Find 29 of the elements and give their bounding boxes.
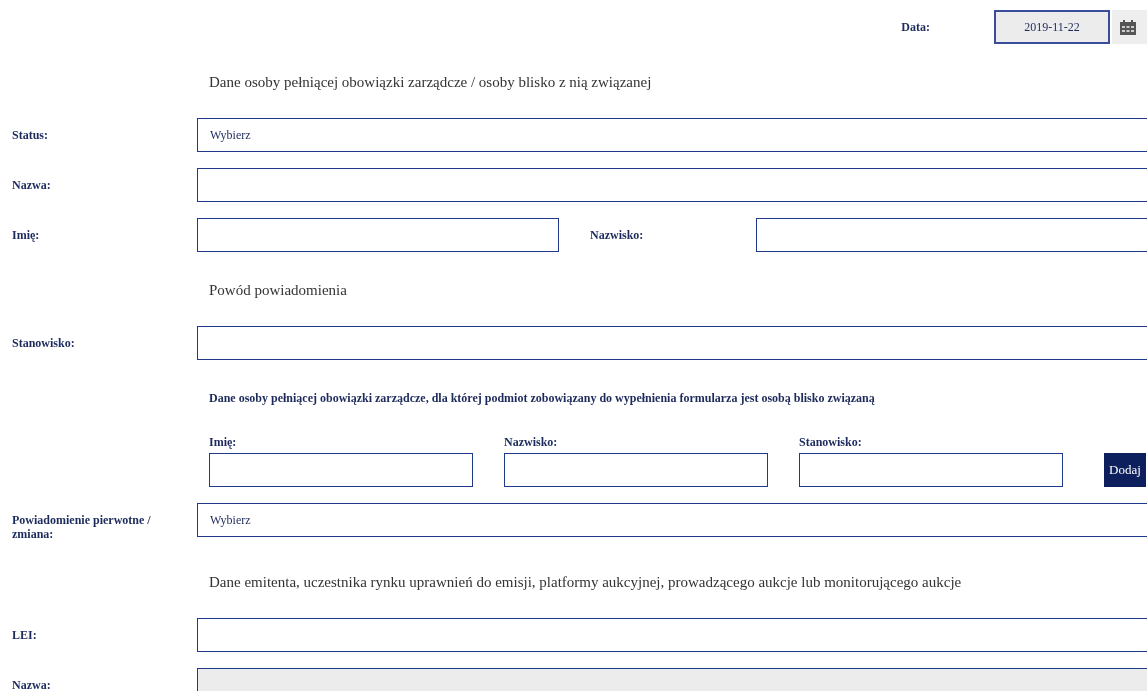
field-label: Nazwisko: bbox=[589, 227, 645, 242]
text-field[interactable] bbox=[197, 326, 1147, 360]
text-field[interactable] bbox=[209, 453, 473, 487]
field-label: Imię: bbox=[209, 435, 238, 449]
field-label: Stanowisko: bbox=[799, 435, 863, 449]
calendar-button[interactable] bbox=[1112, 10, 1147, 44]
text-field[interactable] bbox=[197, 218, 559, 252]
select-field[interactable]: Wybierz bbox=[197, 118, 1147, 152]
section-heading: Dane emitenta, uczestnika rynku uprawnień do emisji, platformy aukcyjnej, prowadzącego aukcje lub monitorującego aukcje bbox=[208, 573, 963, 592]
section-heading: Powód powiadomienia bbox=[208, 281, 348, 300]
text-field[interactable] bbox=[197, 618, 1147, 652]
text-field[interactable] bbox=[197, 168, 1147, 202]
calendar-icon bbox=[1120, 19, 1136, 35]
section-subheading: Dane osoby pełniącej obowiązki zarządcze, dla której podmiot zobowiązany do wypełnienia formularza jest osobą blisko związaną bbox=[208, 390, 876, 407]
field-label: Status: bbox=[11, 127, 49, 142]
field-label: Powiadomienie pierwotne / zmiana: bbox=[11, 512, 152, 541]
field-label: Stanowisko: bbox=[11, 335, 76, 350]
field-label: Nazwisko: bbox=[504, 435, 559, 449]
text-field[interactable] bbox=[756, 218, 1147, 252]
field-label: Imię: bbox=[11, 227, 41, 242]
date-label: Data: bbox=[901, 20, 930, 34]
section-heading: Dane osoby pełniącej obowiązki zarządcze / osoby blisko z nią związanej bbox=[208, 73, 653, 92]
field-label: LEI: bbox=[11, 627, 38, 642]
text-field[interactable] bbox=[504, 453, 768, 487]
text-field[interactable] bbox=[799, 453, 1063, 487]
add-button[interactable]: Dodaj bbox=[1104, 453, 1146, 487]
select-field[interactable]: Wybierz bbox=[197, 503, 1147, 537]
field-label: Nazwa: bbox=[11, 677, 52, 691]
field-label: Nazwa: bbox=[11, 177, 52, 192]
